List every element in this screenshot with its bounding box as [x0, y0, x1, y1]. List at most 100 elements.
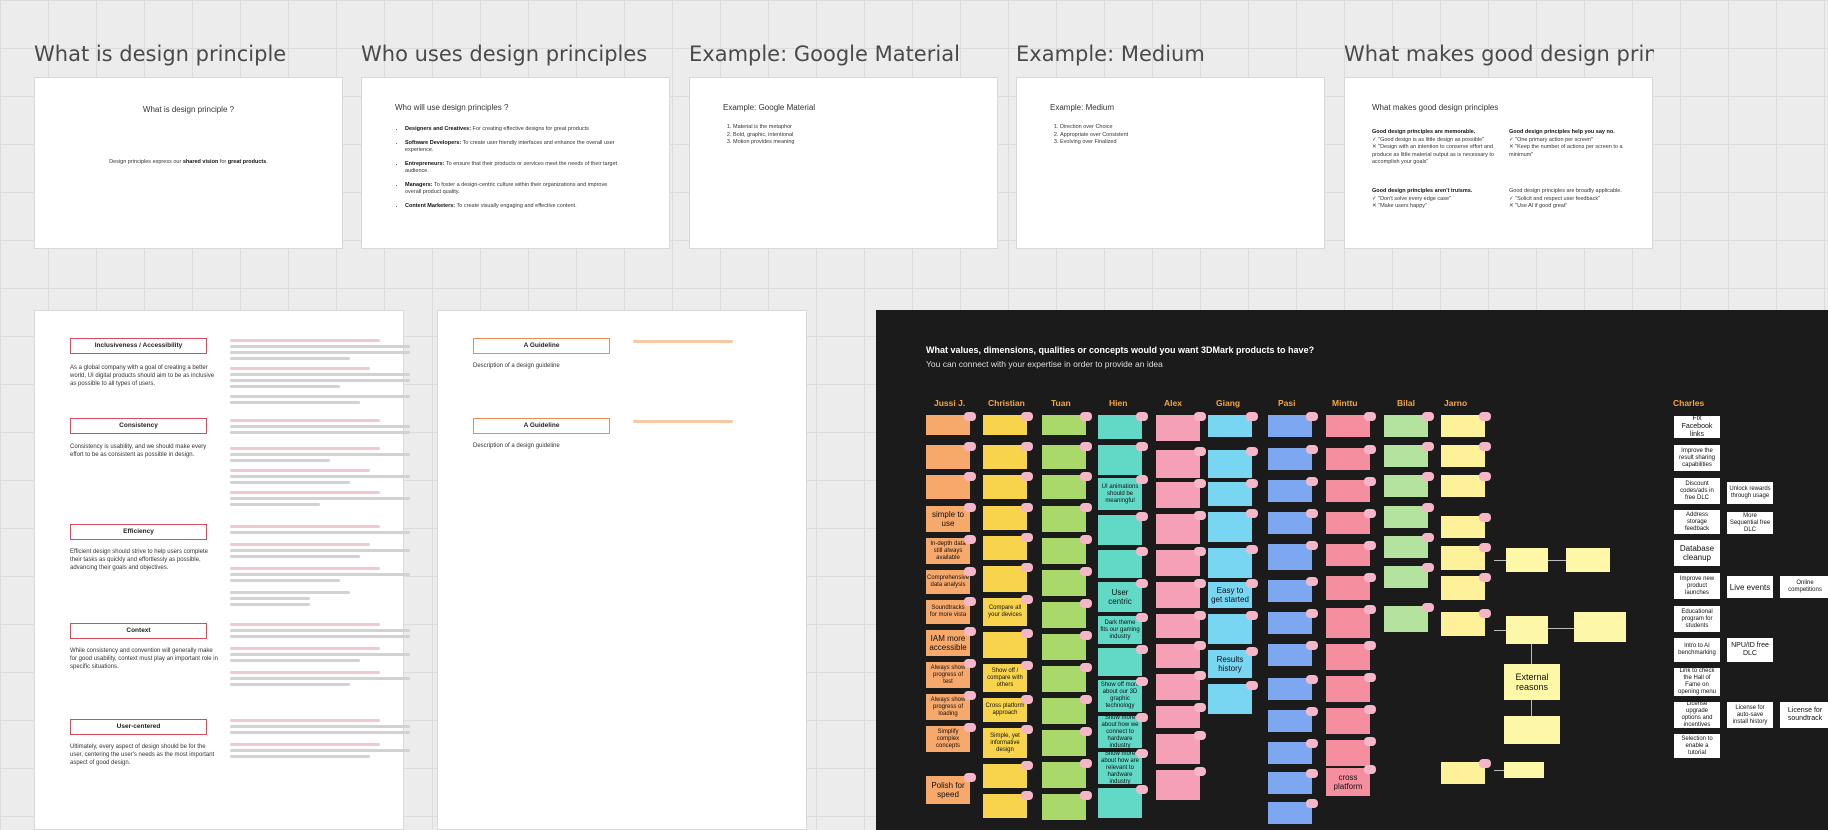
sticky-note[interactable] — [1156, 770, 1200, 800]
frame-title-medium: Example: Medium — [1016, 42, 1205, 66]
sticky-note[interactable] — [1098, 445, 1142, 475]
sticky-note[interactable] — [1268, 544, 1312, 570]
idea-note[interactable]: Live events — [1727, 576, 1773, 598]
sticky-note[interactable]: User centric — [1098, 582, 1142, 612]
sticky-note[interactable] — [1156, 734, 1200, 764]
sticky-note[interactable]: Show more about how are relevant to hard… — [1098, 752, 1142, 784]
sticky-note[interactable]: In-depth data still always available — [926, 538, 970, 564]
sticky-note[interactable]: Show more about how we connect to hardwa… — [1098, 716, 1142, 748]
avatar-icon — [1306, 509, 1318, 518]
mindmap-node[interactable] — [1506, 616, 1548, 644]
sticky-note[interactable] — [1208, 684, 1252, 714]
sticky-note[interactable]: Show off more about our 3D graphic techn… — [1098, 680, 1142, 712]
sticky-note[interactable] — [983, 566, 1027, 592]
mindmap-node[interactable] — [1566, 548, 1610, 572]
sticky-note[interactable] — [1326, 708, 1370, 734]
sticky-note[interactable] — [1156, 415, 1200, 441]
sticky-note[interactable] — [983, 632, 1027, 658]
idea-note[interactable]: License for auto-save install history — [1727, 702, 1773, 728]
sticky-note[interactable]: Polish for speed — [926, 776, 970, 804]
avatar-icon — [1246, 545, 1258, 554]
mindmap-external-reasons[interactable]: External reasons — [1504, 664, 1560, 700]
guidelines-document[interactable]: A Guideline Description of a design guid… — [437, 310, 807, 830]
sticky-note[interactable]: UI animations should be meaningful — [1098, 478, 1142, 510]
sticky-note[interactable] — [1326, 740, 1370, 766]
idea-note[interactable]: More Sequential free DLC — [1727, 512, 1773, 534]
sticky-note[interactable]: Always show progress of loading — [926, 694, 970, 720]
sticky-note[interactable] — [1208, 512, 1252, 542]
idea-note[interactable]: License for soundtrack — [1780, 702, 1828, 728]
sticky-note[interactable] — [1208, 450, 1252, 478]
sticky-note[interactable]: Easy to get started — [1208, 582, 1252, 608]
sticky-note[interactable]: IAM more accessible — [926, 630, 970, 656]
idea-note[interactable]: Improve the result sharing capabilities — [1674, 445, 1720, 471]
sticky-note[interactable] — [1156, 674, 1200, 700]
sticky-note[interactable] — [1042, 602, 1086, 628]
sticky-note[interactable] — [1098, 788, 1142, 818]
idea-note[interactable]: Unlock rewards through usage — [1727, 482, 1773, 504]
idea-note[interactable]: License upgrade options and incentives — [1674, 701, 1720, 728]
idea-note[interactable]: Link to check the Hall of Fame on openin… — [1674, 668, 1720, 696]
frame-what-is-design-principle[interactable]: What is design principle ? Design princi… — [34, 77, 343, 249]
sticky-note[interactable] — [1208, 614, 1252, 644]
board-question: What values, dimensions, qualities or co… — [926, 345, 1315, 355]
frame-medium[interactable]: Example: Medium Direction over Choice Ap… — [1016, 77, 1325, 249]
sticky-note[interactable] — [1156, 514, 1200, 544]
idea-note[interactable]: Online competitions — [1780, 576, 1828, 598]
sticky-note[interactable] — [1208, 548, 1252, 578]
brainstorm-board[interactable]: What values, dimensions, qualities or co… — [876, 310, 1828, 830]
avatar-icon — [1136, 645, 1148, 654]
sticky-note[interactable]: cross platform — [1326, 768, 1370, 796]
idea-note[interactable]: Fix Facebook links — [1674, 415, 1720, 438]
avatar-icon — [1021, 695, 1033, 704]
sticky-note[interactable]: Dark theme fits our gaming industry — [1098, 616, 1142, 644]
idea-note[interactable]: Selection to enable a tutorial — [1674, 734, 1720, 758]
idea-note[interactable]: Intro to AI benchmarking — [1674, 638, 1720, 662]
avatar-icon — [1246, 579, 1258, 588]
frame-who-uses-design-principles[interactable]: Who will use design principles ? Designe… — [361, 77, 670, 249]
sticky-note[interactable] — [1156, 550, 1200, 576]
connector — [1494, 560, 1506, 561]
sticky-note[interactable]: Results history — [1208, 650, 1252, 678]
sticky-note[interactable] — [1042, 506, 1086, 532]
mindmap-node[interactable] — [1506, 548, 1548, 572]
idea-note[interactable]: Discount codes/ads in free DLC — [1674, 478, 1720, 504]
sticky-note[interactable]: Show off / compare with others — [983, 664, 1027, 692]
sticky-note[interactable]: Compare all your devices — [983, 598, 1027, 626]
idea-note[interactable]: Improve new product launches — [1674, 573, 1720, 599]
mindmap-node[interactable] — [1504, 716, 1560, 744]
sticky-note[interactable] — [1098, 648, 1142, 676]
sticky-note[interactable] — [1042, 698, 1086, 724]
sticky-note[interactable] — [1326, 644, 1370, 670]
sticky-note[interactable] — [1042, 634, 1086, 660]
sticky-note[interactable] — [1042, 666, 1086, 692]
sticky-note[interactable] — [1042, 570, 1086, 596]
sticky-note[interactable]: Simplify complex concepts — [926, 726, 970, 752]
sticky-note[interactable] — [1098, 550, 1142, 578]
sticky-note[interactable]: Always show progress of test — [926, 662, 970, 688]
sticky-note[interactable] — [1156, 482, 1200, 508]
idea-note[interactable]: Database cleanup — [1674, 540, 1720, 566]
frame-google-material[interactable]: Example: Google Material Material is the… — [689, 77, 998, 249]
mindmap-node[interactable] — [1504, 762, 1544, 778]
frame-what-makes-good[interactable]: What makes good design principles Good d… — [1344, 77, 1653, 249]
sticky-note[interactable] — [1156, 450, 1200, 478]
idea-note[interactable]: NPU/ID free DLC — [1727, 638, 1773, 662]
sticky-note[interactable] — [1042, 794, 1086, 820]
idea-note[interactable]: Address storage feedback — [1674, 510, 1720, 534]
sticky-note[interactable] — [1042, 538, 1086, 564]
sticky-note[interactable] — [1098, 515, 1142, 545]
sticky-note[interactable] — [1384, 606, 1428, 632]
sticky-note[interactable] — [1326, 608, 1370, 638]
idea-note[interactable]: Educational program for students — [1674, 606, 1720, 632]
mindmap-node[interactable] — [1574, 612, 1626, 642]
sticky-note[interactable] — [1042, 762, 1086, 788]
avatar-icon — [964, 567, 976, 576]
sticky-note[interactable]: simple to use — [926, 506, 970, 532]
sticky-note[interactable] — [1156, 582, 1200, 608]
sticky-note[interactable] — [1326, 676, 1370, 702]
sticky-note[interactable]: Simple, yet informative design — [983, 728, 1027, 758]
design-principles-document[interactable]: Inclusiveness / Accessibility As a globa… — [34, 310, 410, 830]
avatar-icon — [964, 442, 976, 451]
sticky-note[interactable] — [1042, 730, 1086, 756]
